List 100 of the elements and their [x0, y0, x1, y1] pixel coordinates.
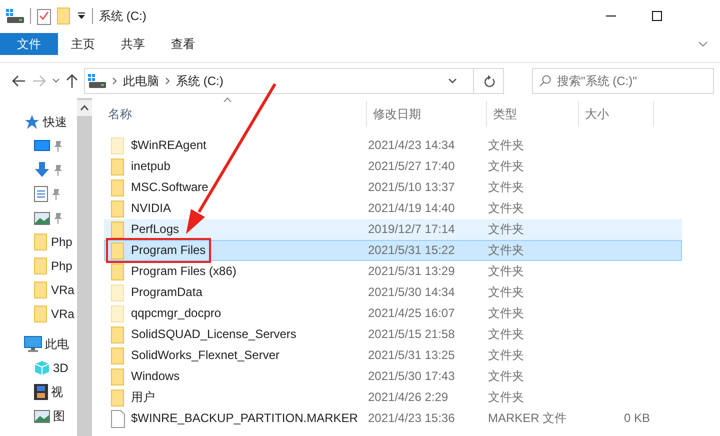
- file-row[interactable]: PerfLogs 2019/12/7 17:14 文件夹: [104, 219, 682, 240]
- folder-icon: [111, 262, 125, 280]
- ribbon-tab[interactable]: 主页: [58, 33, 108, 55]
- folder-icon: [34, 257, 48, 275]
- history-dropdown-icon[interactable]: [448, 78, 457, 84]
- folder-icon: [111, 158, 125, 176]
- file-row[interactable]: SolidWorks_Flexnet_Server 2021/5/31 13:25 文件夹: [104, 345, 682, 366]
- sidebar-item[interactable]: Php: [0, 230, 77, 254]
- modified-date: 2021/5/31 13:29: [368, 263, 456, 280]
- sidebar-item[interactable]: 图: [0, 404, 77, 428]
- folder-icon: [111, 178, 125, 196]
- modified-date: 2019/12/7 17:14: [368, 221, 456, 238]
- breadcrumb-item[interactable]: 系统 (C:): [176, 72, 224, 90]
- up-icon[interactable]: [66, 74, 78, 88]
- monitor-icon: [34, 139, 50, 153]
- file-name: $WINRE_BACKUP_PARTITION.MARKER: [131, 410, 358, 427]
- computer-icon: [24, 336, 42, 352]
- folder-icon: [34, 281, 48, 299]
- sidebar-item[interactable]: Php: [0, 254, 77, 278]
- file-row[interactable]: qqpcmgr_docpro 2021/4/25 16:07 文件夹: [104, 303, 682, 324]
- sidebar-item[interactable]: 此电: [0, 332, 77, 356]
- file-type: 文件夹: [488, 305, 525, 322]
- modified-date: 2021/5/30 14:34: [368, 284, 456, 301]
- folder-icon: [111, 368, 125, 386]
- file-type: MARKER 文件: [488, 410, 568, 427]
- breadcrumb-item[interactable]: 此电脑: [123, 72, 159, 90]
- file-row[interactable]: $WinREAgent 2021/4/23 14:34 文件夹: [104, 135, 682, 156]
- sidebar-item[interactable]: 视: [0, 380, 77, 404]
- sidebar-item[interactable]: 快速: [0, 110, 77, 134]
- file-row[interactable]: inetpub 2021/5/27 17:40 文件夹: [104, 156, 682, 177]
- ribbon-tab[interactable]: 文件: [0, 33, 58, 55]
- file-row[interactable]: MSC.Software 2021/5/10 13:37 文件夹: [104, 177, 682, 198]
- sort-ascending-icon: [223, 97, 232, 102]
- file-name: $WinREAgent: [131, 137, 206, 154]
- folder-icon: [34, 305, 48, 323]
- file-size: 0 KB: [622, 410, 650, 427]
- folder-icon: [111, 346, 125, 364]
- folder-icon: [111, 220, 125, 238]
- file-type: 文件夹: [488, 347, 525, 364]
- folder-icon: [111, 200, 125, 218]
- file-name: Program Files (x86): [131, 263, 236, 280]
- file-row[interactable]: 用户 2021/4/26 2:29 文件夹: [104, 387, 682, 408]
- file-type: 文件夹: [488, 137, 525, 154]
- search-icon: [539, 74, 551, 86]
- search-field[interactable]: 搜索"系统 (C:)": [532, 68, 714, 94]
- file-row[interactable]: SolidSQUAD_License_Servers 2021/5/15 21:58 文件夹: [104, 324, 682, 345]
- sidebar-item[interactable]: 3D: [0, 356, 77, 380]
- file-name: MSC.Software: [131, 179, 208, 196]
- file-row[interactable]: ProgramData 2021/5/30 14:34 文件夹: [104, 282, 682, 303]
- window-title: 系统 (C:): [99, 8, 146, 25]
- file-icon: [111, 410, 125, 428]
- file-row[interactable]: NVIDIA 2021/4/19 14:40 文件夹: [104, 198, 682, 219]
- film-icon: [34, 384, 48, 400]
- modified-date: 2021/5/15 21:58: [368, 326, 456, 343]
- back-icon[interactable]: [12, 74, 26, 86]
- ribbon-tab[interactable]: 共享: [108, 33, 158, 55]
- file-row[interactable]: Program Files 2021/5/31 15:22 文件夹: [104, 240, 682, 261]
- properties-icon[interactable]: [37, 7, 51, 25]
- drive-icon: [6, 9, 24, 23]
- file-name: 用户: [131, 389, 155, 406]
- file-name: Program Files: [131, 242, 206, 259]
- file-name: ProgramData: [131, 284, 202, 301]
- scrollbar[interactable]: [77, 98, 92, 436]
- file-row[interactable]: $WINRE_BACKUP_PARTITION.MARKER 2021/4/23 15:36 MARKER 文件 0 KB: [104, 408, 682, 429]
- modified-date: 2021/4/23 15:36: [368, 410, 456, 427]
- image-icon: [34, 410, 50, 422]
- drive-icon: [88, 74, 106, 88]
- file-type: 文件夹: [488, 368, 525, 385]
- file-name: NVIDIA: [131, 200, 172, 217]
- modified-date: 2021/4/26 2:29: [368, 389, 450, 406]
- star-icon: [24, 114, 40, 130]
- file-type: 文件夹: [488, 326, 525, 343]
- file-type: 文件夹: [488, 179, 525, 196]
- file-name: Windows: [131, 368, 180, 385]
- file-name: qqpcmgr_docpro: [131, 305, 222, 322]
- column-header[interactable]: 类型: [487, 101, 579, 127]
- chevron-right-icon: [165, 76, 170, 84]
- image-icon: [34, 212, 50, 224]
- modified-date: 2021/4/19 14:40: [368, 200, 456, 217]
- address-bar[interactable]: 此电脑 系统 (C:): [84, 68, 504, 94]
- file-name: inetpub: [131, 158, 170, 175]
- file-type: 文件夹: [488, 263, 525, 280]
- modified-date: 2021/5/27 17:40: [368, 158, 456, 175]
- file-type: 文件夹: [488, 158, 525, 175]
- sidebar-item[interactable]: VRa: [0, 302, 77, 326]
- file-type: 文件夹: [488, 389, 525, 406]
- file-row[interactable]: Windows 2021/5/30 17:43 文件夹: [104, 366, 682, 387]
- sidebar-item[interactable]: VRa: [0, 278, 77, 302]
- ribbon-tab[interactable]: 查看: [158, 33, 208, 55]
- file-type: 文件夹: [488, 284, 525, 301]
- scroll-up-icon[interactable]: [77, 100, 92, 116]
- maximize-icon: [652, 11, 662, 21]
- column-header[interactable]: 大小: [579, 101, 654, 127]
- column-header[interactable]: 名称: [104, 101, 367, 127]
- dropdown-icon[interactable]: [77, 12, 86, 20]
- column-header[interactable]: 修改日期: [367, 101, 487, 127]
- expand-ribbon-icon[interactable]: [698, 41, 708, 47]
- file-row[interactable]: Program Files (x86) 2021/5/31 13:29 文件夹: [104, 261, 682, 282]
- recent-dropdown-icon[interactable]: [52, 78, 60, 84]
- modified-date: 2021/4/25 16:07: [368, 305, 456, 322]
